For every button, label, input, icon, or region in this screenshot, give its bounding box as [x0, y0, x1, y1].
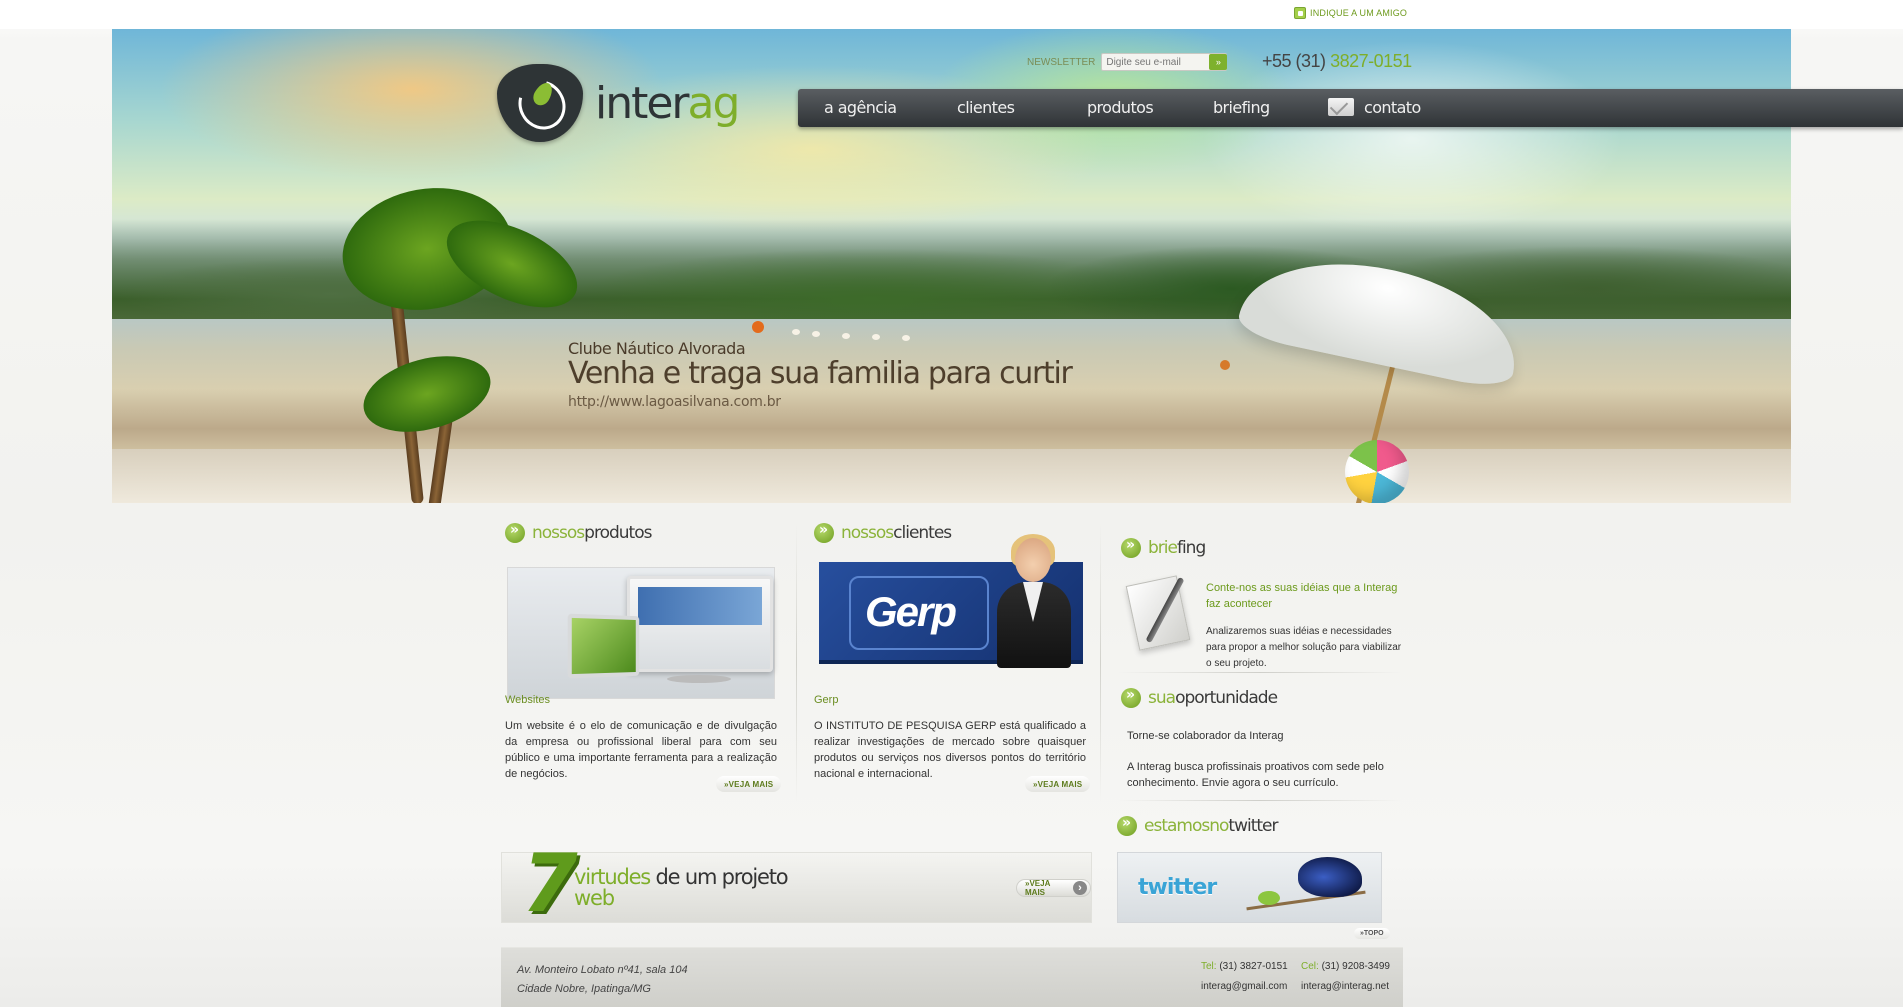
interag-logo[interactable]: interag: [497, 64, 740, 142]
gerp-logo: Gerp: [865, 588, 957, 635]
clientes-description: O INSTITUTO DE PESQUISA GERP está qualif…: [814, 720, 1086, 780]
oportunidade-line2: A Interag busca profissinais proativos c…: [1127, 761, 1384, 789]
address-line-1: Av. Monteiro Lobato nº41, sala 104: [517, 964, 688, 976]
arrow-circle-icon: [1121, 537, 1141, 558]
top-bar: INDIQUE A UM AMIGO: [0, 0, 1903, 29]
buoy: [752, 321, 764, 333]
buoy: [812, 331, 820, 337]
envelope-icon: [1328, 98, 1354, 116]
newsletter-label: NEWSLETTER: [1027, 56, 1096, 68]
oportunidade-line1: Torne-se colaborador da Interag: [1127, 730, 1284, 742]
divider: [1118, 672, 1402, 673]
section-title-oportunidade: suaoportunidade: [1121, 687, 1278, 708]
newsletter-form: NEWSLETTER »: [1027, 53, 1228, 71]
nav-item-produtos[interactable]: produtos: [1087, 98, 1154, 117]
footer-email-1[interactable]: interag@gmail.com: [1201, 981, 1287, 992]
arrow-circle-icon: [1121, 687, 1141, 708]
phone-number: 3827-0151: [1330, 51, 1412, 71]
nav-item-contato[interactable]: contato: [1364, 98, 1421, 117]
virtudes-title-web: web: [574, 886, 615, 910]
footer-address: Av. Monteiro Lobato nº41, sala 104 Cidad…: [517, 961, 688, 999]
header-phone: +55 (31) 3827-0151: [1262, 51, 1412, 72]
virtudes-more-button[interactable]: »VEJA MAIS: [1016, 879, 1091, 897]
briefing-highlight-link[interactable]: Conte-nos as suas idéias que a Interag f…: [1206, 580, 1402, 612]
clientes-item-title[interactable]: Gerp: [814, 694, 838, 706]
main-nav: a agência clientes produtos briefing con…: [798, 89, 1903, 127]
phone-prefix: +55 (31): [1262, 51, 1326, 71]
address-line-2: Cidade Nobre, Ipatinga/MG: [517, 983, 651, 995]
section-title-produtos: nossosprodutos: [505, 522, 652, 543]
clientes-more-button[interactable]: »VEJA MAIS: [1025, 776, 1091, 792]
leaf-illustration: [1258, 891, 1280, 905]
buoy: [792, 329, 800, 335]
arrow-circle-icon: [505, 522, 525, 543]
newsletter-submit-button[interactable]: »: [1209, 54, 1228, 70]
twitter-logo: twitter: [1138, 875, 1217, 900]
beach-ball: [1345, 440, 1409, 503]
hero-headline: Venha e traga sua familia para curtir: [568, 356, 1073, 391]
arrow-circle-icon: [814, 522, 834, 543]
briefing-text: Analizaremos suas idéias e necessidades …: [1206, 626, 1402, 669]
produtos-item-title[interactable]: Websites: [505, 694, 550, 706]
briefing-paper-icon[interactable]: [1124, 574, 1196, 666]
logo-wordmark: interag: [595, 77, 740, 129]
footer-cel: Cel: (31) 9208-3499: [1301, 961, 1390, 972]
section-title-clientes: nossosclientes: [814, 522, 952, 543]
hero-url-link[interactable]: http://www.lagoasilvana.com.br: [568, 394, 1072, 410]
arrow-circle-icon: [1117, 815, 1137, 836]
footer-tel: Tel: (31) 3827-0151: [1201, 961, 1288, 972]
clientes-image[interactable]: Gerp: [817, 534, 1085, 670]
back-to-top-button[interactable]: »TOPO: [1354, 928, 1390, 939]
buoy: [1220, 360, 1230, 370]
section-title-briefing: briefing: [1121, 537, 1206, 558]
bird-icon: [1298, 857, 1362, 897]
footer: Av. Monteiro Lobato nº41, sala 104 Cidad…: [501, 947, 1403, 1007]
twitter-banner-link[interactable]: twitter: [1117, 852, 1382, 923]
footer-email-2[interactable]: interag@interag.net: [1301, 981, 1389, 992]
hero-sand: [112, 449, 1791, 503]
section-title-twitter: estamosnotwitter: [1117, 815, 1278, 836]
column-divider: [796, 523, 797, 803]
recommend-icon: [1294, 7, 1306, 19]
divider: [1118, 800, 1402, 801]
hero-caption: Clube Náutico Alvorada Venha e traga sua…: [568, 339, 1073, 410]
monitor-illustration: [627, 576, 773, 672]
column-divider: [1100, 523, 1101, 803]
businesswoman-photo: [995, 534, 1073, 668]
virtudes-number: 7: [522, 837, 578, 930]
recommend-label: INDIQUE A UM AMIGO: [1310, 8, 1408, 18]
logo-mark-icon: [497, 64, 583, 142]
produtos-image[interactable]: [507, 567, 775, 699]
nav-item-briefing[interactable]: briefing: [1213, 98, 1270, 117]
virtudes-banner[interactable]: 7 virtudes de um projeto web »VEJA MAIS: [501, 837, 1092, 930]
monitor-illustration: [567, 613, 640, 679]
nav-item-a-agencia[interactable]: a agência: [824, 98, 897, 117]
produtos-more-button[interactable]: »VEJA MAIS: [716, 776, 782, 792]
nav-item-clientes[interactable]: clientes: [957, 98, 1015, 117]
produtos-description: Um website é o elo de comunicação e de d…: [505, 720, 777, 780]
recommend-friend-link[interactable]: INDIQUE A UM AMIGO: [1294, 7, 1407, 19]
